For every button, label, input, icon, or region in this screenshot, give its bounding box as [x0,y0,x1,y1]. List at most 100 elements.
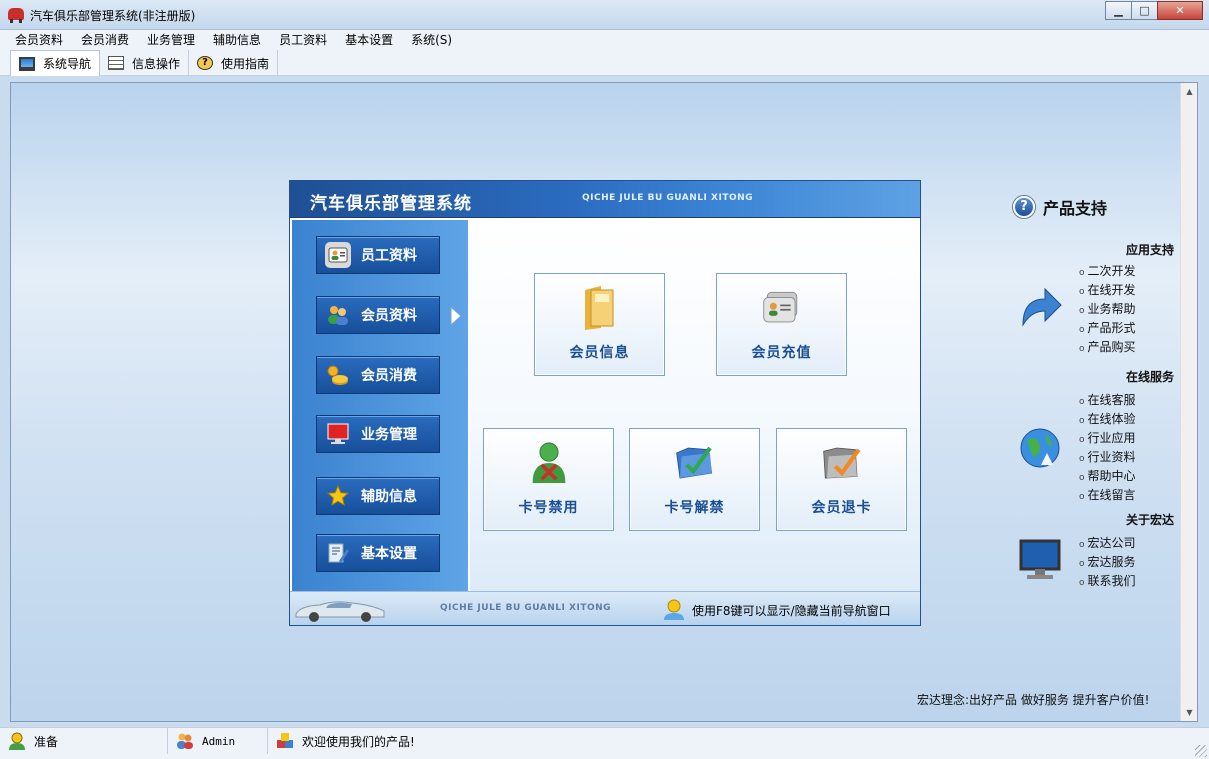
app-car-icon [8,8,24,23]
users-icon [325,302,351,328]
link-contact-us[interactable]: 联系我们 [1079,572,1136,591]
link-product-purchase[interactable]: 产品购买 [1079,338,1136,357]
side-button-settings[interactable]: 基本设置 [316,534,440,572]
menu-bar: 会员资料 会员消费 业务管理 辅助信息 员工资料 基本设置 系统(S) [0,30,1209,50]
tab-system-nav[interactable]: 系统导航 [10,50,101,76]
support-title-text: 产品支持 [1043,199,1108,218]
status-welcome: 欢迎使用我们的产品! [268,728,415,754]
member-card-icon [762,288,802,328]
tile-card-enable[interactable]: 卡号解禁 [629,428,760,531]
user-blocked-icon [529,442,569,483]
link-online-trial[interactable]: 在线体验 [1079,410,1136,429]
nav-subtitle: QICHE JULE BU GUANLI XITONG [582,193,754,203]
link-online-service[interactable]: 在线客服 [1079,391,1136,410]
tab-user-guide[interactable]: ? 使用指南 [189,50,279,76]
link-hongda-company[interactable]: 宏达公司 [1079,534,1136,553]
footer-subtitle: QICHE JULE BU GUANLI XITONG [440,603,612,613]
menu-business[interactable]: 业务管理 [138,30,204,50]
scroll-down-icon[interactable]: ▼ [1181,704,1197,721]
side-button-label: 会员资料 [361,308,417,324]
status-bar: 准备 Admin 欢迎使用我们的产品! [0,727,1209,759]
tab-info-ops[interactable]: 信息操作 [100,50,190,76]
side-button-label: 员工资料 [361,248,417,264]
folder-check-icon [675,443,715,483]
maximize-button[interactable]: □ [1131,1,1158,20]
nav-main-area: 会员信息 会员充值 卡号禁用 卡号解禁 会员退卡 [470,220,920,591]
link-industry-app[interactable]: 行业应用 [1079,429,1136,448]
nav-header: 汽车俱乐部管理系统 QICHE JULE BU GUANLI XITONG [290,181,920,218]
window-controls: ▁ □ ✕ [1105,1,1203,20]
menu-aux-info[interactable]: 辅助信息 [204,30,270,50]
side-button-business[interactable]: 业务管理 [316,415,440,453]
side-button-consume[interactable]: 会员消费 [316,356,440,394]
company-slogan: 宏达理念:出好产品 做好服务 提升客户价值! [917,693,1150,707]
workspace: ▲ ▼ 汽车俱乐部管理系统 QICHE JULE BU GUANLI XITON… [10,82,1198,722]
folder-icon [580,286,620,330]
scroll-up-icon[interactable]: ▲ [1181,83,1197,100]
toolbar: 系统导航 信息操作 ? 使用指南 [0,50,1209,76]
product-box-icon [277,733,293,748]
vertical-scrollbar[interactable]: ▲ ▼ [1180,83,1197,721]
side-button-label: 业务管理 [361,427,417,443]
nav-side-menu: 员工资料 会员资料 会员消费 业务管理 辅助信息 基本设置 [292,220,468,591]
minimize-button[interactable]: ▁ [1105,1,1132,20]
menu-system[interactable]: 系统(S) [402,30,461,50]
nav-title: 汽车俱乐部管理系统 [310,194,472,214]
monitor-icon [1019,539,1061,579]
section-head-about: 关于宏达 [1125,513,1174,527]
side-button-label: 辅助信息 [361,489,417,505]
link-industry-data[interactable]: 行业资料 [1079,448,1136,467]
menu-basic-settings[interactable]: 基本设置 [336,30,402,50]
side-button-aux[interactable]: 辅助信息 [316,477,440,515]
nav-footer: QICHE JULE BU GUANLI XITONG 使用F8键可以显示/隐藏… [290,591,920,625]
tile-card-disable[interactable]: 卡号禁用 [483,428,614,531]
user-status-icon [9,732,25,750]
product-support-panel: ? 产品支持 应用支持 二次开发 在线开发 业务帮助 产品形式 产品购买 在线服… [1013,195,1178,635]
side-button-staff[interactable]: 员工资料 [316,236,440,274]
nav-panel: 汽车俱乐部管理系统 QICHE JULE BU GUANLI XITONG 员工… [289,180,921,626]
link-online-dev[interactable]: 在线开发 [1079,281,1136,300]
close-button[interactable]: ✕ [1157,1,1203,20]
monitor-icon [19,56,35,71]
link-online-message[interactable]: 在线留言 [1079,486,1136,505]
star-icon [325,483,351,509]
globe-icon [1020,428,1060,468]
footer-tip-text: 使用F8键可以显示/隐藏当前导航窗口 [692,603,891,618]
side-button-label: 基本设置 [361,546,417,562]
section-head-app: 应用支持 [1125,243,1174,257]
monitor-icon [325,421,351,447]
window-title: 汽车俱乐部管理系统(非注册版) [30,9,196,23]
link-product-form[interactable]: 产品形式 [1079,319,1136,338]
support-title: ? 产品支持 [1013,195,1107,219]
menu-member-consume[interactable]: 会员消费 [72,30,138,50]
status-ready-text: 准备 [34,734,59,749]
resize-grip[interactable] [1195,745,1207,757]
tile-member-recharge[interactable]: 会员充值 [716,273,847,376]
tile-label: 卡号禁用 [518,500,579,516]
side-button-label: 会员消费 [361,368,417,384]
link-help-center[interactable]: 帮助中心 [1079,467,1136,486]
tile-member-return-card[interactable]: 会员退卡 [776,428,907,531]
tile-member-info[interactable]: 会员信息 [534,273,665,376]
link-hongda-service[interactable]: 宏达服务 [1079,553,1136,572]
title-bar: 汽车俱乐部管理系统(非注册版) ▁ □ ✕ [0,0,1209,30]
users-icon [177,733,193,749]
arrow-forward-icon [1022,287,1062,327]
side-button-member[interactable]: 会员资料 [316,296,440,334]
status-welcome-text: 欢迎使用我们的产品! [302,734,415,749]
help-icon: ? [197,56,214,70]
menu-member-data[interactable]: 会员资料 [6,30,72,50]
section-list-about: 宏达公司 宏达服务 联系我们 [1079,534,1136,591]
link-business-help[interactable]: 业务帮助 [1079,300,1136,319]
section-head-online: 在线服务 [1125,370,1174,384]
coins-icon [325,362,351,388]
tile-label: 会员信息 [569,345,630,361]
tile-label: 会员充值 [751,345,812,361]
footer-tip: 使用F8键可以显示/隐藏当前导航窗口 [662,598,891,622]
user-tip-icon [664,599,684,620]
menu-staff-data[interactable]: 员工资料 [270,30,336,50]
link-secondary-dev[interactable]: 二次开发 [1079,262,1136,281]
document-edit-icon [325,540,351,566]
status-user: Admin [168,728,268,754]
chevron-right-icon [450,306,462,326]
